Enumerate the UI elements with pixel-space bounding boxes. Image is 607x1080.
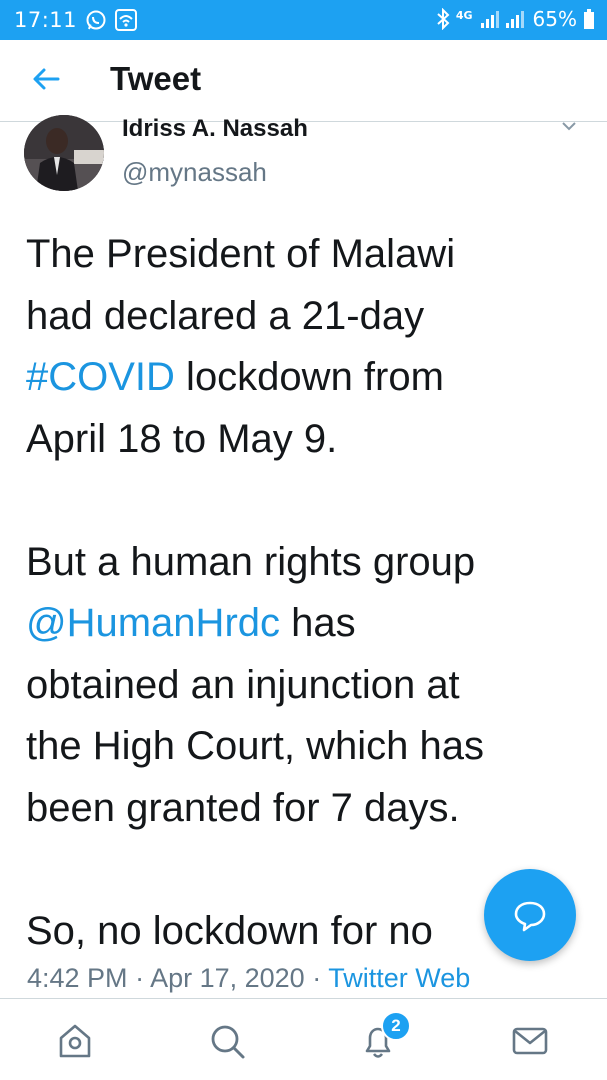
author-display-name[interactable]: Idriss A. Nassah (122, 117, 308, 141)
home-icon[interactable] (55, 1021, 95, 1061)
tweet-meta: 4:42 PM · Apr 17, 2020 · Twitter Web (27, 963, 470, 994)
tweet-line: @HumanHrdc has (26, 593, 586, 655)
search-icon[interactable] (207, 1021, 247, 1061)
tweet-line: the High Court, which has (26, 716, 586, 778)
author-handle[interactable]: @mynassah (122, 157, 267, 188)
tweet-date: Apr 17, 2020 (150, 963, 305, 993)
signal-icon (480, 11, 524, 28)
page-title: Tweet (110, 60, 202, 97)
tweet-line: had declared a 21-day (26, 286, 586, 348)
tweet-detail-screen: 17:11 4G 65% Tweet Idriss A. Nassah @myn… (0, 0, 607, 1080)
tweet-line: been granted for 7 days. (26, 778, 586, 840)
header: Tweet (0, 40, 607, 122)
tweet-line: The President of Malawi (26, 224, 586, 286)
speech-bubble-icon (514, 901, 546, 932)
tweet-line: obtained an injunction at (26, 655, 586, 717)
tweet-line: April 18 to May 9. (26, 409, 586, 471)
tweet-line-text: obtained an injunction at (26, 662, 460, 707)
chevron-down-icon[interactable] (562, 121, 576, 131)
whatsapp-icon (86, 10, 106, 30)
tweet-line-text: the High Court, which has (26, 724, 485, 768)
notification-icons (85, 9, 137, 31)
hashtag-link[interactable]: #COVID (26, 355, 175, 399)
tweet-line-text: been granted for 7 days. (26, 785, 460, 830)
mail-icon[interactable] (510, 1021, 550, 1061)
status-time: 17:11 (14, 8, 78, 32)
wifi-icon (115, 9, 137, 31)
tweet-line-text: So, no lockdown for no (26, 908, 433, 953)
meta-separator: · (127, 963, 151, 993)
tweet-line-text: has (280, 601, 356, 645)
bluetooth-icon (437, 8, 450, 30)
battery-percent: 65% (532, 7, 577, 31)
tweet-line: #COVID lockdown from (26, 347, 586, 409)
network-type: 4G (455, 9, 473, 22)
compose-reply-button[interactable] (484, 869, 576, 961)
tweet-line-text: lockdown from (174, 355, 444, 399)
notifications-badge: 2 (381, 1011, 411, 1041)
status-bar: 17:11 4G 65% (0, 0, 607, 40)
mention-link[interactable]: @HumanHrdc (26, 601, 280, 645)
tweet-time: 4:42 PM (27, 963, 128, 993)
tweet-line-text: But a human rights group (26, 539, 476, 584)
avatar[interactable] (24, 115, 104, 191)
tweet-line: But a human rights group (26, 532, 586, 594)
tweet-line-text: April 18 to May 9. (26, 416, 338, 461)
meta-separator: · (304, 963, 329, 993)
status-right: 4G 65% (436, 7, 595, 31)
battery-icon (584, 9, 594, 29)
tweet-source-link[interactable]: Twitter Web (328, 963, 470, 993)
tweet-text: The President of Malawi had declared a 2… (26, 224, 586, 962)
bottom-nav: 2 (0, 999, 607, 1080)
tweet-line-text: The President of Malawi (26, 232, 456, 276)
tweet-line-text: had declared a 21-day (26, 293, 425, 338)
avatar-photo (24, 115, 104, 191)
back-arrow-icon[interactable] (30, 63, 62, 95)
